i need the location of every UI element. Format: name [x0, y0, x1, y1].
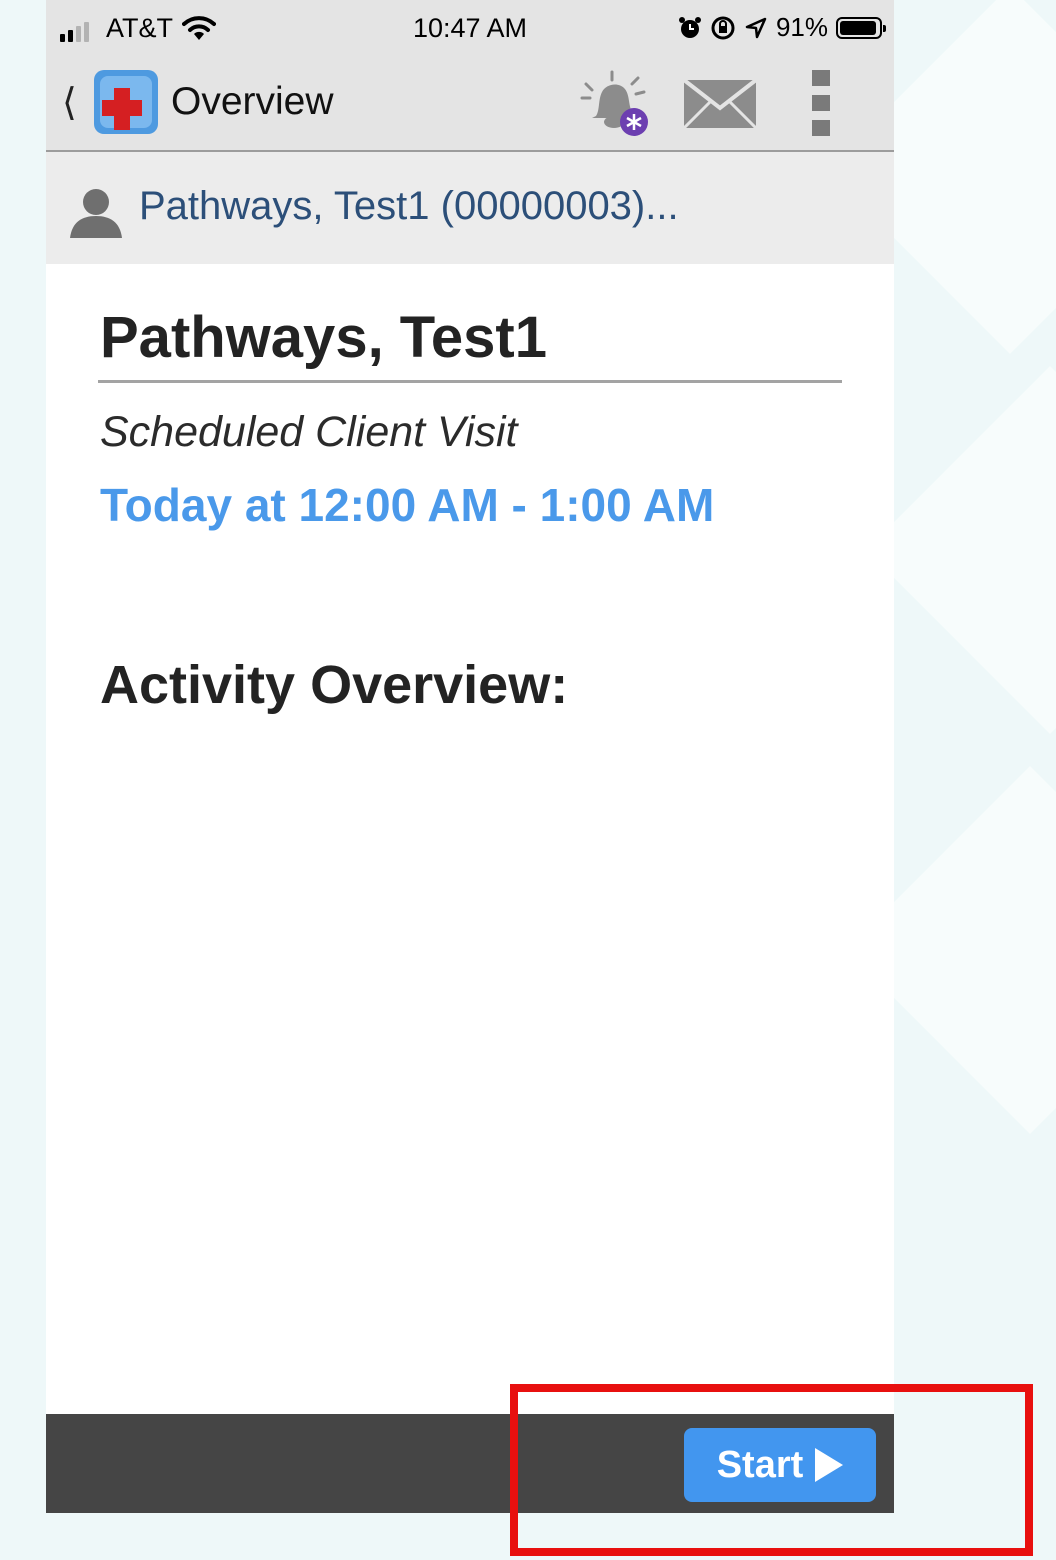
location-icon	[745, 17, 767, 38]
alarm-icon	[678, 16, 701, 38]
activity-overview-heading: Activity Overview:	[100, 655, 569, 715]
mail-icon[interactable]	[682, 78, 758, 130]
back-chevron-icon[interactable]: ⟨	[62, 84, 77, 122]
more-options-icon[interactable]	[812, 70, 832, 136]
app-header: ⟨ Overview	[46, 58, 894, 152]
phone-screen: AT&T 10:47 AM 91% ⟨ Overview Pathways, T…	[46, 0, 894, 1513]
visit-time: Today at 12:00 AM - 1:00 AM	[100, 479, 715, 531]
rotation-lock-icon	[711, 16, 735, 39]
page-title: Overview	[171, 80, 334, 123]
battery-icon	[836, 16, 886, 39]
app-logo-icon[interactable]	[90, 66, 162, 138]
background-shape	[866, 366, 1056, 734]
patient-banner[interactable]: Pathways, Test1 (00000003)...	[46, 152, 894, 264]
battery-percent: 91%	[775, 12, 828, 42]
client-name-heading: Pathways, Test1	[100, 305, 548, 370]
patient-name-link[interactable]: Pathways, Test1 (00000003)...	[139, 184, 679, 229]
person-icon	[70, 189, 122, 238]
status-bar: AT&T 10:47 AM 91%	[46, 0, 894, 58]
highlight-annotation	[510, 1384, 1033, 1556]
divider	[98, 380, 842, 383]
alert-bell-icon[interactable]	[578, 70, 654, 140]
visit-type: Scheduled Client Visit	[100, 408, 518, 456]
visit-content: Pathways, Test1 Scheduled Client Visit T…	[46, 264, 894, 1414]
status-right: 91%	[678, 12, 886, 43]
